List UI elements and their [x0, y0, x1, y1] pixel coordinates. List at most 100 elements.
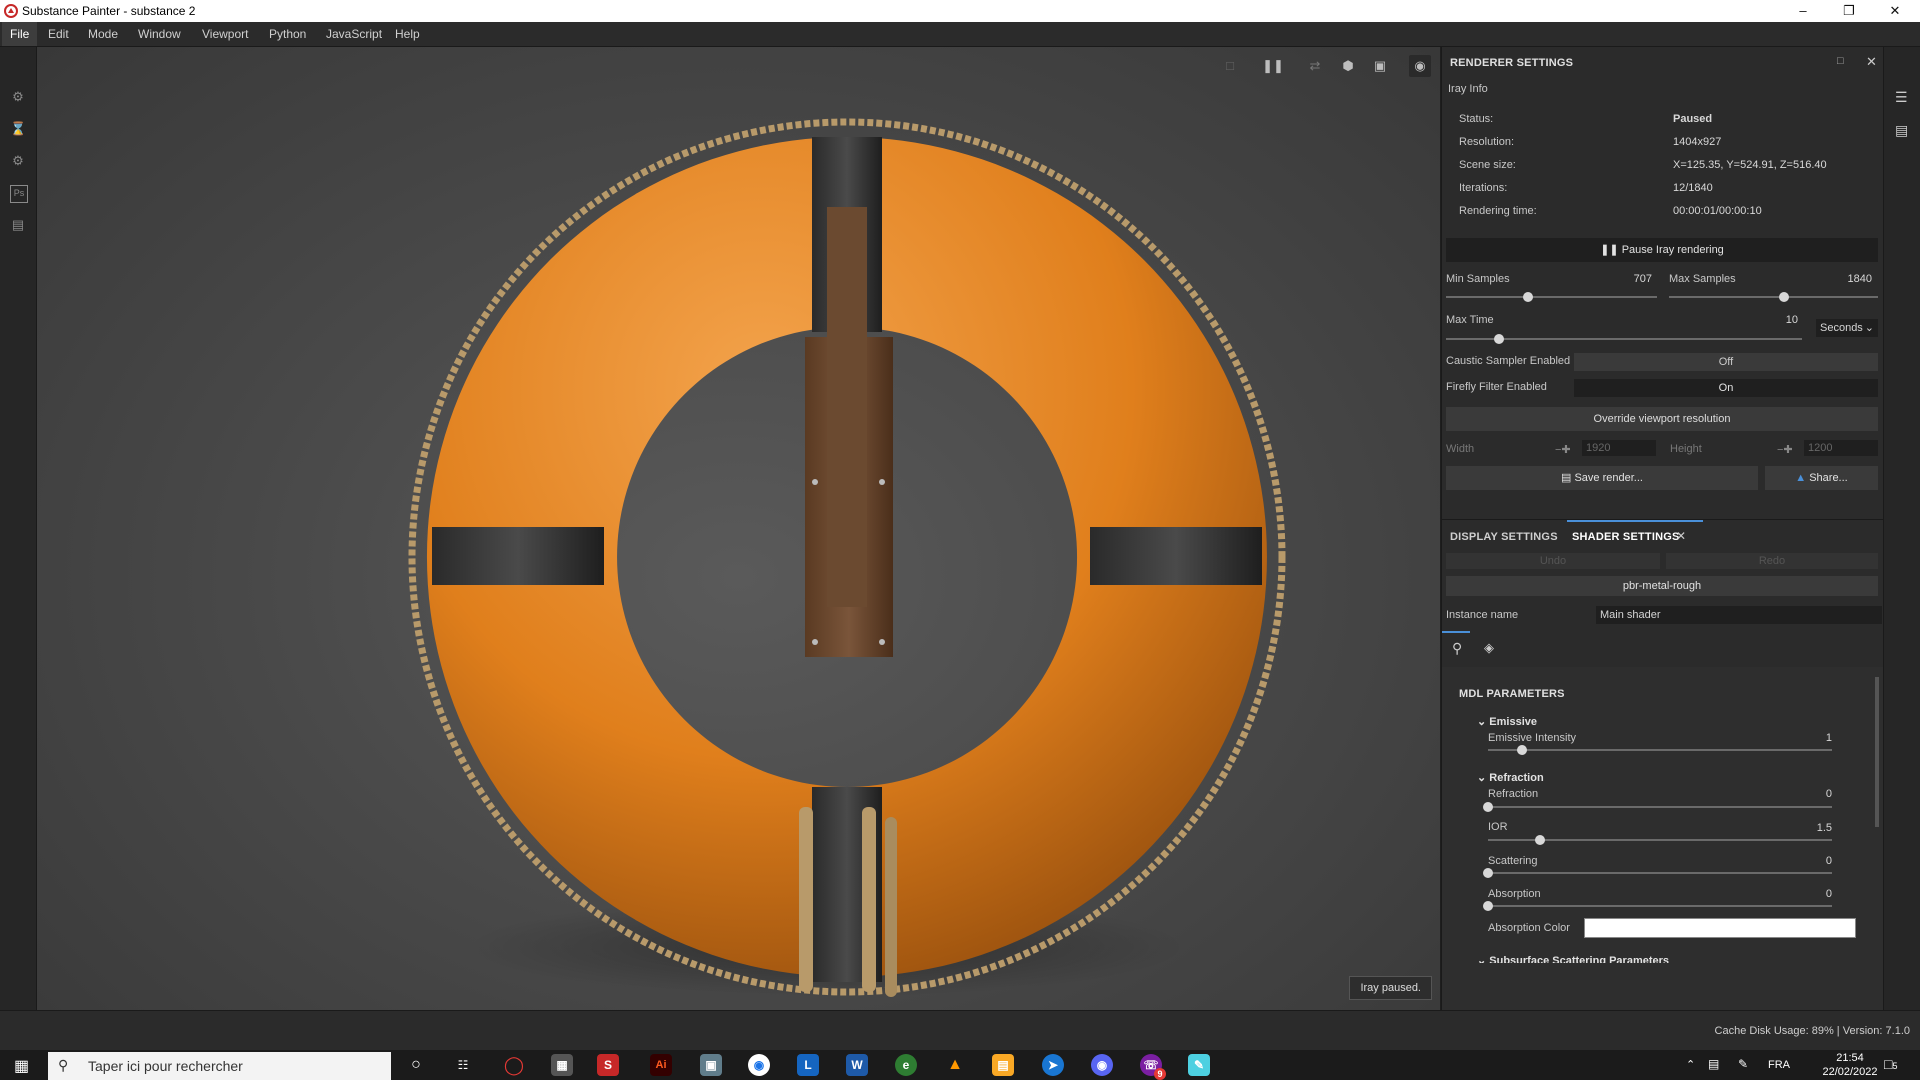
file-explorer-icon[interactable]: ▤ [992, 1054, 1014, 1076]
taskbar-search[interactable]: ⚲ Taper ici pour rechercher [48, 1052, 391, 1080]
subsurface-group-header[interactable]: ⌄ Subsurface Scattering Parameters [1477, 954, 1669, 963]
notification-center-icon[interactable]: □5 [1884, 1056, 1897, 1072]
screenshot-icon[interactable]: ◉ [1409, 55, 1431, 77]
iterations-label: Iterations: [1459, 182, 1508, 194]
max-samples-track[interactable] [1669, 296, 1878, 298]
photoshop-icon[interactable]: Ps [10, 185, 28, 203]
status-label: Status: [1459, 113, 1494, 125]
word-icon[interactable]: W [846, 1054, 868, 1076]
plugin-gear-icon[interactable]: ⚙ [10, 153, 26, 169]
pause-icon[interactable]: ❚❚ [1262, 55, 1284, 77]
pen-icon[interactable]: ✎ [1738, 1057, 1748, 1071]
task-view-icon[interactable]: ☷ [452, 1054, 474, 1076]
emissive-intensity-slider-knob[interactable] [1517, 745, 1528, 755]
app-icon[interactable]: ▣ [700, 1054, 722, 1076]
share-icon: ▲ [1795, 472, 1810, 484]
notepad-icon[interactable]: ✎ [1188, 1054, 1210, 1076]
viewport[interactable]: □ ❚❚ ⇄ ⬢ ▣ ◉ Iray paused. [37, 47, 1440, 1010]
cortana-icon[interactable]: ○ [405, 1054, 427, 1076]
refraction-track[interactable] [1488, 806, 1832, 808]
eraser-icon[interactable]: ◈ [1484, 640, 1494, 656]
refraction-slider-knob[interactable] [1483, 802, 1493, 812]
tab-display-settings[interactable]: DISPLAY SETTINGS [1450, 531, 1558, 543]
share-button[interactable]: ▲ Share... [1765, 466, 1878, 490]
l-app-icon[interactable]: L [797, 1054, 819, 1076]
firefly-toggle[interactable]: On [1574, 379, 1878, 397]
close-tab-icon[interactable]: ✕ [1676, 529, 1686, 543]
store-icon[interactable]: ▦ [551, 1054, 573, 1076]
camera-icon[interactable]: ▣ [1369, 55, 1391, 77]
shader-select[interactable]: pbr-metal-rough [1446, 576, 1878, 596]
time-unit-select[interactable]: Seconds ⌄ [1816, 319, 1878, 337]
override-resolution-button[interactable]: Override viewport resolution [1446, 407, 1878, 431]
width-field[interactable]: 1920 [1582, 440, 1656, 456]
caustic-toggle[interactable]: Off [1574, 353, 1878, 371]
vlc-icon[interactable]: ▲ [944, 1054, 966, 1076]
panel-scrollbar[interactable] [1875, 677, 1879, 827]
ior-slider-knob[interactable] [1534, 835, 1545, 845]
absorption-color-swatch[interactable] [1584, 918, 1856, 938]
language-indicator[interactable]: FRA [1768, 1059, 1790, 1071]
viber-icon[interactable]: ☏ 9 [1140, 1054, 1166, 1080]
resolution-value: 1404x927 [1673, 136, 1722, 148]
instance-name-field[interactable]: Main shader [1596, 606, 1882, 624]
hourglass-icon[interactable]: ⌛ [10, 121, 26, 137]
settings-gear-icon[interactable]: ⚙ [10, 89, 26, 105]
cube-icon[interactable]: ⬢ [1337, 55, 1359, 77]
opera-icon[interactable]: ◯ [503, 1054, 525, 1076]
mirror-icon[interactable]: ⇄ [1304, 55, 1326, 77]
layers-icon[interactable]: ☰ [1895, 89, 1908, 106]
save-render-button[interactable]: ▤ Save render... [1446, 466, 1758, 490]
illustrator-icon[interactable]: Ai [650, 1054, 672, 1076]
height-field[interactable]: 1200 [1804, 440, 1878, 456]
mdl-parameters-title: MDL PARAMETERS [1459, 688, 1565, 700]
lifebuoy-render [408, 118, 1286, 997]
min-samples-track[interactable] [1446, 296, 1657, 298]
menu-viewport[interactable]: Viewport [194, 22, 256, 46]
frame-icon[interactable]: □ [1219, 55, 1241, 77]
blue-app-icon[interactable]: ➤ [1042, 1054, 1064, 1076]
close-button[interactable]: ✕ [1872, 0, 1918, 22]
menu-help[interactable]: Help [387, 22, 428, 46]
refraction-group-header[interactable]: ⌄ Refraction [1477, 771, 1544, 784]
rendering-time-value: 00:00:01/00:00:10 [1673, 205, 1762, 217]
edge-icon[interactable]: e [895, 1054, 917, 1076]
zoom-icon[interactable]: ⚲ [1452, 640, 1462, 657]
max-samples-slider-knob[interactable] [1778, 292, 1789, 302]
max-time-slider-knob[interactable] [1494, 334, 1505, 344]
height-stepper-icon[interactable]: −✚ [1777, 443, 1793, 456]
scattering-slider-knob[interactable] [1483, 868, 1493, 878]
menu-python[interactable]: Python [261, 22, 314, 46]
absorption-track[interactable] [1488, 905, 1832, 907]
min-samples-slider-knob[interactable] [1523, 292, 1534, 302]
emissive-intensity-track[interactable] [1488, 749, 1832, 751]
undo-button[interactable]: Undo [1446, 553, 1660, 569]
discord-icon[interactable]: ◉ [1091, 1054, 1113, 1076]
menu-file[interactable]: File [2, 22, 38, 46]
substance-painter-taskbar-icon[interactable]: S [597, 1054, 619, 1076]
tab-shader-settings[interactable]: SHADER SETTINGS [1572, 531, 1680, 543]
menu-edit[interactable]: Edit [40, 22, 77, 46]
menu-javascript[interactable]: JavaScript [318, 22, 390, 46]
network-icon[interactable]: ▤ [1708, 1057, 1719, 1071]
pause-iray-button[interactable]: ❚❚ Pause Iray rendering [1446, 238, 1878, 262]
scattering-track[interactable] [1488, 872, 1832, 874]
absorption-slider-knob[interactable] [1483, 901, 1493, 911]
redo-button[interactable]: Redo [1666, 553, 1878, 569]
renderer-settings-title: RENDERER SETTINGS [1450, 57, 1574, 69]
windows-start-icon[interactable]: ▦ [14, 1056, 29, 1076]
emissive-group-header[interactable]: ⌄ Emissive [1477, 715, 1537, 728]
menu-window[interactable]: Window [130, 22, 189, 46]
menu-mode[interactable]: Mode [80, 22, 126, 46]
width-stepper-icon[interactable]: −✚ [1555, 443, 1571, 456]
restore-button[interactable]: ❐ [1826, 0, 1872, 22]
float-panel-icon[interactable]: □ [1837, 55, 1844, 67]
document-icon[interactable]: ▤ [10, 217, 26, 233]
absorption-value: 0 [1825, 888, 1832, 900]
properties-icon[interactable]: ▤ [1895, 122, 1908, 139]
minimize-button[interactable]: – [1780, 0, 1826, 22]
chrome-icon[interactable]: ◉ [748, 1054, 770, 1076]
close-panel-icon[interactable]: ✕ [1866, 54, 1877, 70]
tool-underline [1442, 631, 1470, 633]
tray-chevron-icon[interactable]: ⌃ [1686, 1058, 1695, 1071]
